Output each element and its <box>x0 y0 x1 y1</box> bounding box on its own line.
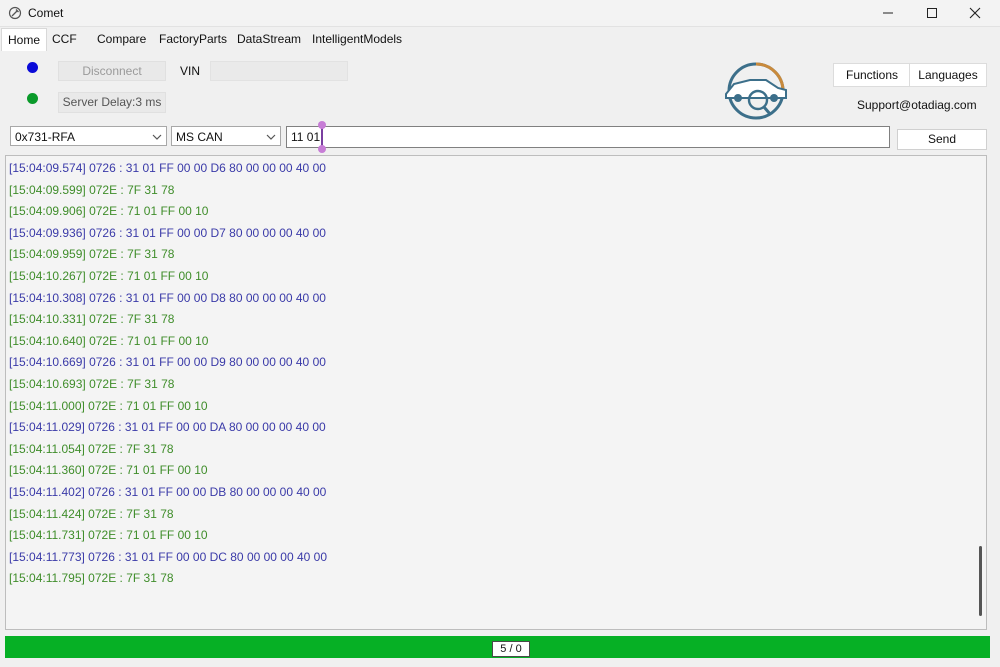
module-select[interactable]: 0x731-RFA <box>10 126 167 146</box>
log-line: [15:04:11.773] 0726 : 31 01 FF 00 00 DC … <box>9 549 328 564</box>
log-line: [15:04:10.693] 072E : 7F 31 78 <box>9 377 175 391</box>
status-count: 5 / 0 <box>492 641 530 657</box>
main-tabs: Home CCF Compare FactoryParts DataStream… <box>0 28 1000 51</box>
log-line: [15:04:11.424] 072E : 7F 31 78 <box>9 506 174 521</box>
protocol-select[interactable]: MS CAN <box>171 126 281 146</box>
log-line: [15:04:10.640] 072E : 71 01 FF 00 10 <box>9 333 209 348</box>
maximize-button[interactable] <box>910 0 954 26</box>
languages-button[interactable]: Languages <box>909 63 987 87</box>
close-button[interactable] <box>953 0 997 26</box>
vin-field[interactable] <box>210 61 348 81</box>
minimize-icon <box>883 12 893 14</box>
log-line: [15:04:10.331] 072E : 7F 31 78 <box>9 312 175 327</box>
log-line: [15:04:09.936] 0726 : 31 01 FF 00 00 D7 … <box>9 225 326 240</box>
tab-intelligentmodels[interactable]: IntelligentModels <box>312 28 402 50</box>
log-line: [15:04:10.669] 0726 : 31 01 FF 00 00 D9 … <box>9 355 326 370</box>
log-line: [15:04:10.267] 072E : 71 01 FF 00 10 <box>9 269 209 283</box>
chevron-down-icon <box>266 134 276 140</box>
protocol-select-value: MS CAN <box>176 130 223 144</box>
server-delay-readout: Server Delay:3 ms <box>58 92 166 113</box>
module-select-value: 0x731-RFA <box>15 130 76 144</box>
tab-ccf[interactable]: CCF <box>52 28 77 50</box>
disconnect-button[interactable]: Disconnect <box>58 61 166 81</box>
support-email: Support@otadiag.com <box>857 98 977 112</box>
send-button[interactable]: Send <box>897 129 987 150</box>
comet-wrench-icon <box>8 6 22 20</box>
log-line: [15:04:09.906] 072E : 71 01 FF 00 10 <box>9 204 209 219</box>
command-input[interactable] <box>286 126 890 148</box>
server-status-indicator <box>27 93 38 104</box>
tab-compare[interactable]: Compare <box>97 28 146 50</box>
link-status-indicator <box>27 62 38 73</box>
log-line: [15:04:10.308] 0726 : 31 01 FF 00 00 D8 … <box>9 290 326 305</box>
log-scrollbar-thumb[interactable] <box>979 546 982 616</box>
title-bar: Comet <box>0 0 1000 27</box>
tab-home[interactable]: Home <box>1 28 48 51</box>
log-line: [15:04:11.029] 0726 : 31 01 FF 00 00 DA … <box>9 420 326 435</box>
message-log[interactable]: [15:04:09.574] 0726 : 31 01 FF 00 00 D6 … <box>5 155 987 630</box>
text-cursor-handle[interactable] <box>318 121 326 153</box>
tab-datastream[interactable]: DataStream <box>237 28 301 50</box>
maximize-icon <box>927 8 937 18</box>
log-line: [15:04:11.731] 072E : 71 01 FF 00 10 <box>9 528 208 543</box>
log-line: [15:04:11.795] 072E : 7F 31 78 <box>9 571 174 586</box>
window-title: Comet <box>28 6 64 20</box>
chevron-down-icon <box>152 134 162 140</box>
minimize-button[interactable] <box>866 0 910 26</box>
log-line: [15:04:11.000] 072E : 71 01 FF 00 10 <box>9 398 208 413</box>
vin-label: VIN <box>180 64 201 78</box>
close-icon <box>969 7 981 19</box>
log-line: [15:04:09.599] 072E : 7F 31 78 <box>9 182 175 197</box>
log-line: [15:04:09.959] 072E : 7F 31 78 <box>9 247 175 262</box>
log-line: [15:04:09.574] 0726 : 31 01 FF 00 00 D6 … <box>9 161 326 175</box>
car-diagnostic-logo-icon <box>725 62 787 120</box>
tab-factoryparts[interactable]: FactoryParts <box>159 28 227 50</box>
functions-button[interactable]: Functions <box>833 63 910 87</box>
log-line: [15:04:11.360] 072E : 71 01 FF 00 10 <box>9 463 208 478</box>
log-line: [15:04:11.402] 0726 : 31 01 FF 00 00 DB … <box>9 485 327 499</box>
log-line: [15:04:11.054] 072E : 7F 31 78 <box>9 441 174 456</box>
